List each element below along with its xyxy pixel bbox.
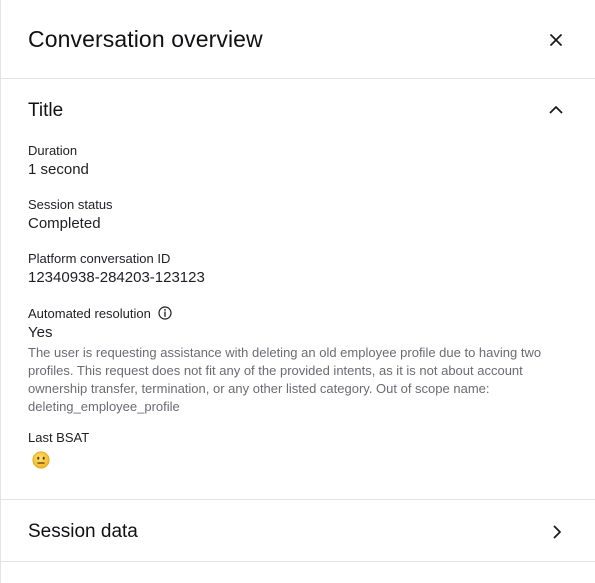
session-status-value: Completed xyxy=(28,215,101,232)
description-line: deleting_employee_profile xyxy=(28,399,180,414)
session-status-label: Session status xyxy=(28,197,113,212)
conversation-overview-panel: Conversation overview Title Duration 1 s… xyxy=(0,0,595,583)
close-button[interactable] xyxy=(542,28,570,52)
close-icon xyxy=(550,34,562,46)
description-line: ownership transfer, termination, or any … xyxy=(28,381,490,396)
expand-session-data-button[interactable] xyxy=(547,522,567,542)
automated-resolution-value: Yes xyxy=(28,324,53,341)
automated-resolution-label-row: Automated resolution xyxy=(28,305,173,324)
panel-header: Conversation overview xyxy=(1,0,595,79)
automated-resolution-label: Automated resolution xyxy=(28,306,151,321)
description-line: The user is requesting assistance with d… xyxy=(28,345,542,360)
session-data-heading: Session data xyxy=(28,521,138,542)
last-bsat-label: Last BSAT xyxy=(28,430,90,445)
duration-value: 1 second xyxy=(28,161,89,178)
title-section-header[interactable]: Title xyxy=(1,79,595,141)
neutral-face-emoji-icon xyxy=(32,451,50,469)
platform-conversation-id-value: 12340938-284203-123123 xyxy=(28,269,205,286)
collapse-title-section-button[interactable] xyxy=(546,100,566,120)
section-divider xyxy=(1,561,595,562)
chevron-up-icon xyxy=(549,106,563,114)
session-data-section-header[interactable]: Session data xyxy=(1,500,595,561)
panel-title: Conversation overview xyxy=(28,26,263,52)
duration-label: Duration xyxy=(28,143,78,158)
automated-resolution-description: The user is requesting assistance with d… xyxy=(28,344,576,416)
description-line: profiles. This request does not fit any … xyxy=(28,363,523,378)
title-section-heading: Title xyxy=(28,100,64,121)
platform-conversation-id-label: Platform conversation ID xyxy=(28,251,171,266)
info-icon[interactable] xyxy=(158,306,173,324)
chevron-right-icon xyxy=(553,525,561,539)
